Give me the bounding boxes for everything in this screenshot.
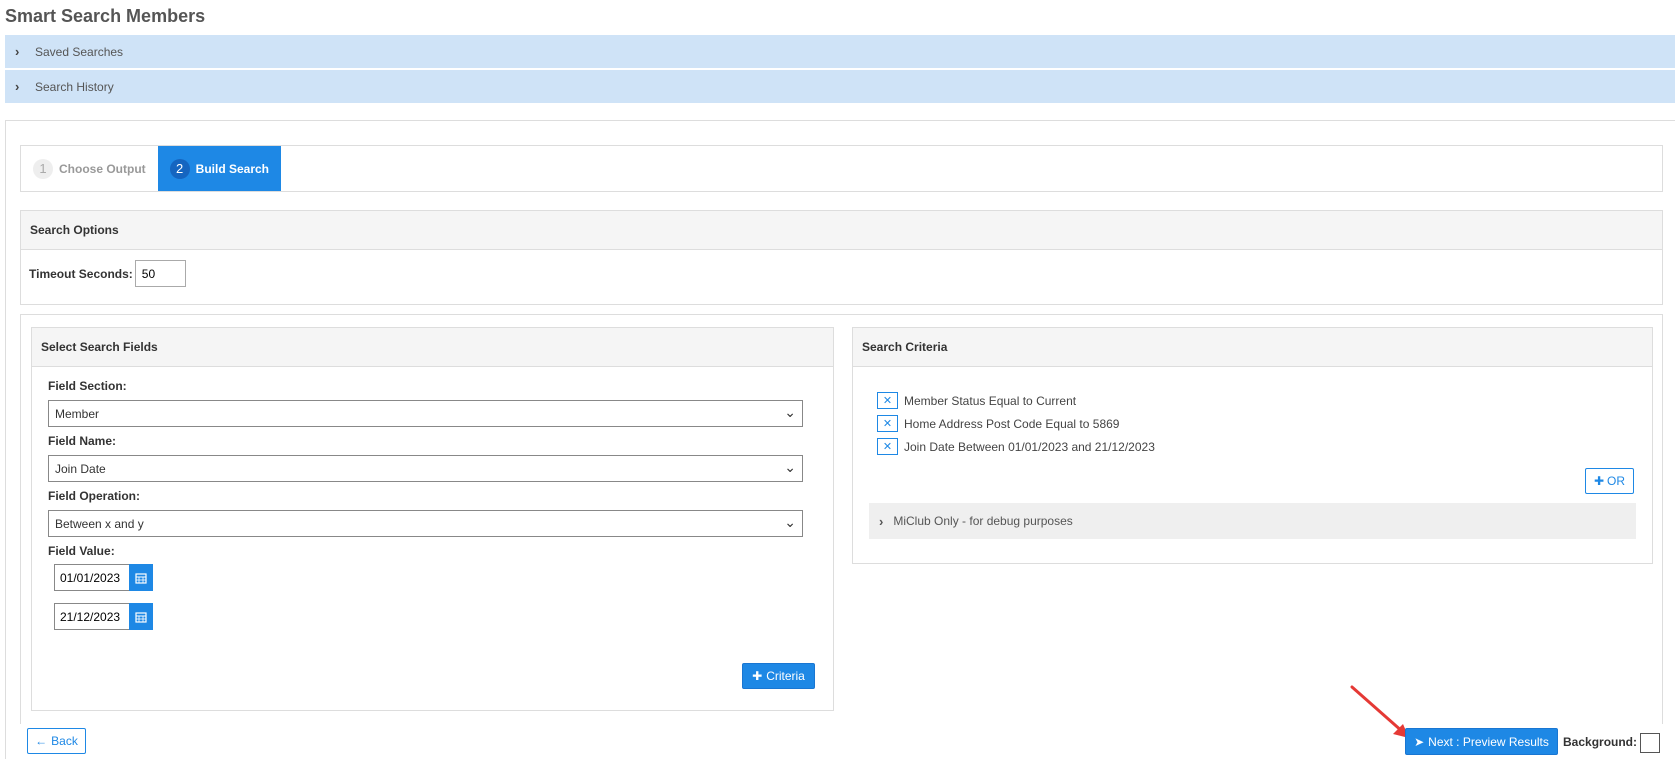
timeout-input[interactable] bbox=[134, 260, 186, 287]
remove-icon[interactable]: ✕ bbox=[877, 392, 898, 409]
timeout-row: Timeout Seconds: bbox=[29, 260, 186, 287]
wizard-step-choose-output[interactable]: 1 Choose Output bbox=[21, 146, 158, 191]
wizard-steps: 1 Choose Output 2 Build Search bbox=[20, 145, 1663, 192]
step-number: 1 bbox=[33, 158, 53, 179]
background-checkbox[interactable] bbox=[1640, 733, 1660, 753]
plus-icon: ✚ bbox=[1593, 474, 1605, 488]
chevron-down-icon: ⌄ bbox=[784, 404, 796, 420]
criteria-item: ✕ Home Address Post Code Equal to 5869 bbox=[877, 415, 1119, 432]
field-operation-value: Between x and y bbox=[55, 516, 144, 531]
back-button[interactable]: ← Back bbox=[27, 728, 86, 754]
plus-icon: ✚ bbox=[752, 669, 763, 683]
step-number: 2 bbox=[169, 158, 190, 179]
accordion-saved-searches[interactable]: › Saved Searches bbox=[5, 35, 1675, 69]
background-label: Background: bbox=[1563, 735, 1638, 749]
field-section-select[interactable]: Member ⌄ bbox=[48, 400, 803, 427]
search-criteria-panel: Search Criteria ✕ Member Status Equal to… bbox=[852, 327, 1653, 564]
field-name-value: Join Date bbox=[55, 461, 106, 476]
accordion-saved-searches-label: Saved Searches bbox=[35, 44, 124, 59]
chevron-right-icon: › bbox=[15, 44, 20, 59]
criteria-item-label: Join Date Between 01/01/2023 and 21/12/2… bbox=[904, 439, 1155, 454]
calendar-icon[interactable] bbox=[129, 564, 153, 591]
chevron-right-icon: › bbox=[15, 79, 20, 94]
date-to-group bbox=[54, 603, 153, 630]
debug-accordion[interactable]: › MiClub Only - for debug purposes bbox=[869, 503, 1636, 539]
criteria-item: ✕ Member Status Equal to Current bbox=[877, 392, 1076, 409]
select-fields-title: Select Search Fields bbox=[32, 328, 833, 367]
date-from-group bbox=[54, 564, 153, 591]
next-preview-results-button[interactable]: ➤ Next : Preview Results bbox=[1405, 728, 1558, 755]
field-name-select[interactable]: Join Date ⌄ bbox=[48, 455, 803, 482]
field-value-label: Field Value: bbox=[48, 544, 115, 558]
date-to-input[interactable] bbox=[54, 603, 129, 630]
field-section-value: Member bbox=[55, 406, 100, 421]
criteria-item-label: Member Status Equal to Current bbox=[904, 393, 1077, 408]
chevron-down-icon: ⌄ bbox=[784, 459, 796, 475]
step-label: Build Search bbox=[195, 161, 270, 176]
search-criteria-title: Search Criteria bbox=[853, 328, 1652, 367]
page-title: Smart Search Members bbox=[5, 6, 206, 26]
accordion-search-history-label: Search History bbox=[35, 79, 114, 94]
chevron-down-icon: ⌄ bbox=[784, 514, 796, 530]
calendar-icon[interactable] bbox=[129, 603, 153, 630]
arrow-left-icon: ← bbox=[35, 734, 48, 748]
remove-icon[interactable]: ✕ bbox=[877, 438, 898, 455]
debug-label: MiClub Only - for debug purposes bbox=[893, 514, 1073, 528]
next-label: Next : Preview Results bbox=[1428, 734, 1549, 749]
date-from-input[interactable] bbox=[54, 564, 129, 591]
field-operation-label: Field Operation: bbox=[48, 489, 141, 503]
remove-icon[interactable]: ✕ bbox=[877, 415, 898, 432]
add-criteria-label: Criteria bbox=[766, 669, 805, 683]
timeout-label: Timeout Seconds: bbox=[29, 266, 133, 281]
send-icon: ➤ bbox=[1414, 734, 1425, 749]
select-search-fields-panel: Select Search Fields Field Section: Memb… bbox=[31, 327, 834, 711]
accordion-search-history[interactable]: › Search History bbox=[5, 70, 1675, 104]
field-section-label: Field Section: bbox=[48, 379, 127, 393]
criteria-item-label: Home Address Post Code Equal to 5869 bbox=[904, 416, 1120, 431]
add-criteria-button[interactable]: ✚ Criteria bbox=[742, 663, 815, 689]
search-options-panel: Search Options Timeout Seconds: bbox=[20, 210, 1663, 305]
add-or-button[interactable]: ✚ OR bbox=[1585, 468, 1634, 494]
search-options-title: Search Options bbox=[21, 211, 1662, 250]
step-label: Choose Output bbox=[59, 161, 146, 176]
back-label: Back bbox=[51, 734, 78, 748]
criteria-item: ✕ Join Date Between 01/01/2023 and 21/12… bbox=[877, 438, 1155, 455]
chevron-right-icon: › bbox=[879, 513, 884, 529]
field-name-label: Field Name: bbox=[48, 434, 117, 448]
or-label: OR bbox=[1607, 474, 1626, 488]
field-operation-select[interactable]: Between x and y ⌄ bbox=[48, 510, 803, 537]
wizard-step-build-search[interactable]: 2 Build Search bbox=[157, 146, 282, 191]
